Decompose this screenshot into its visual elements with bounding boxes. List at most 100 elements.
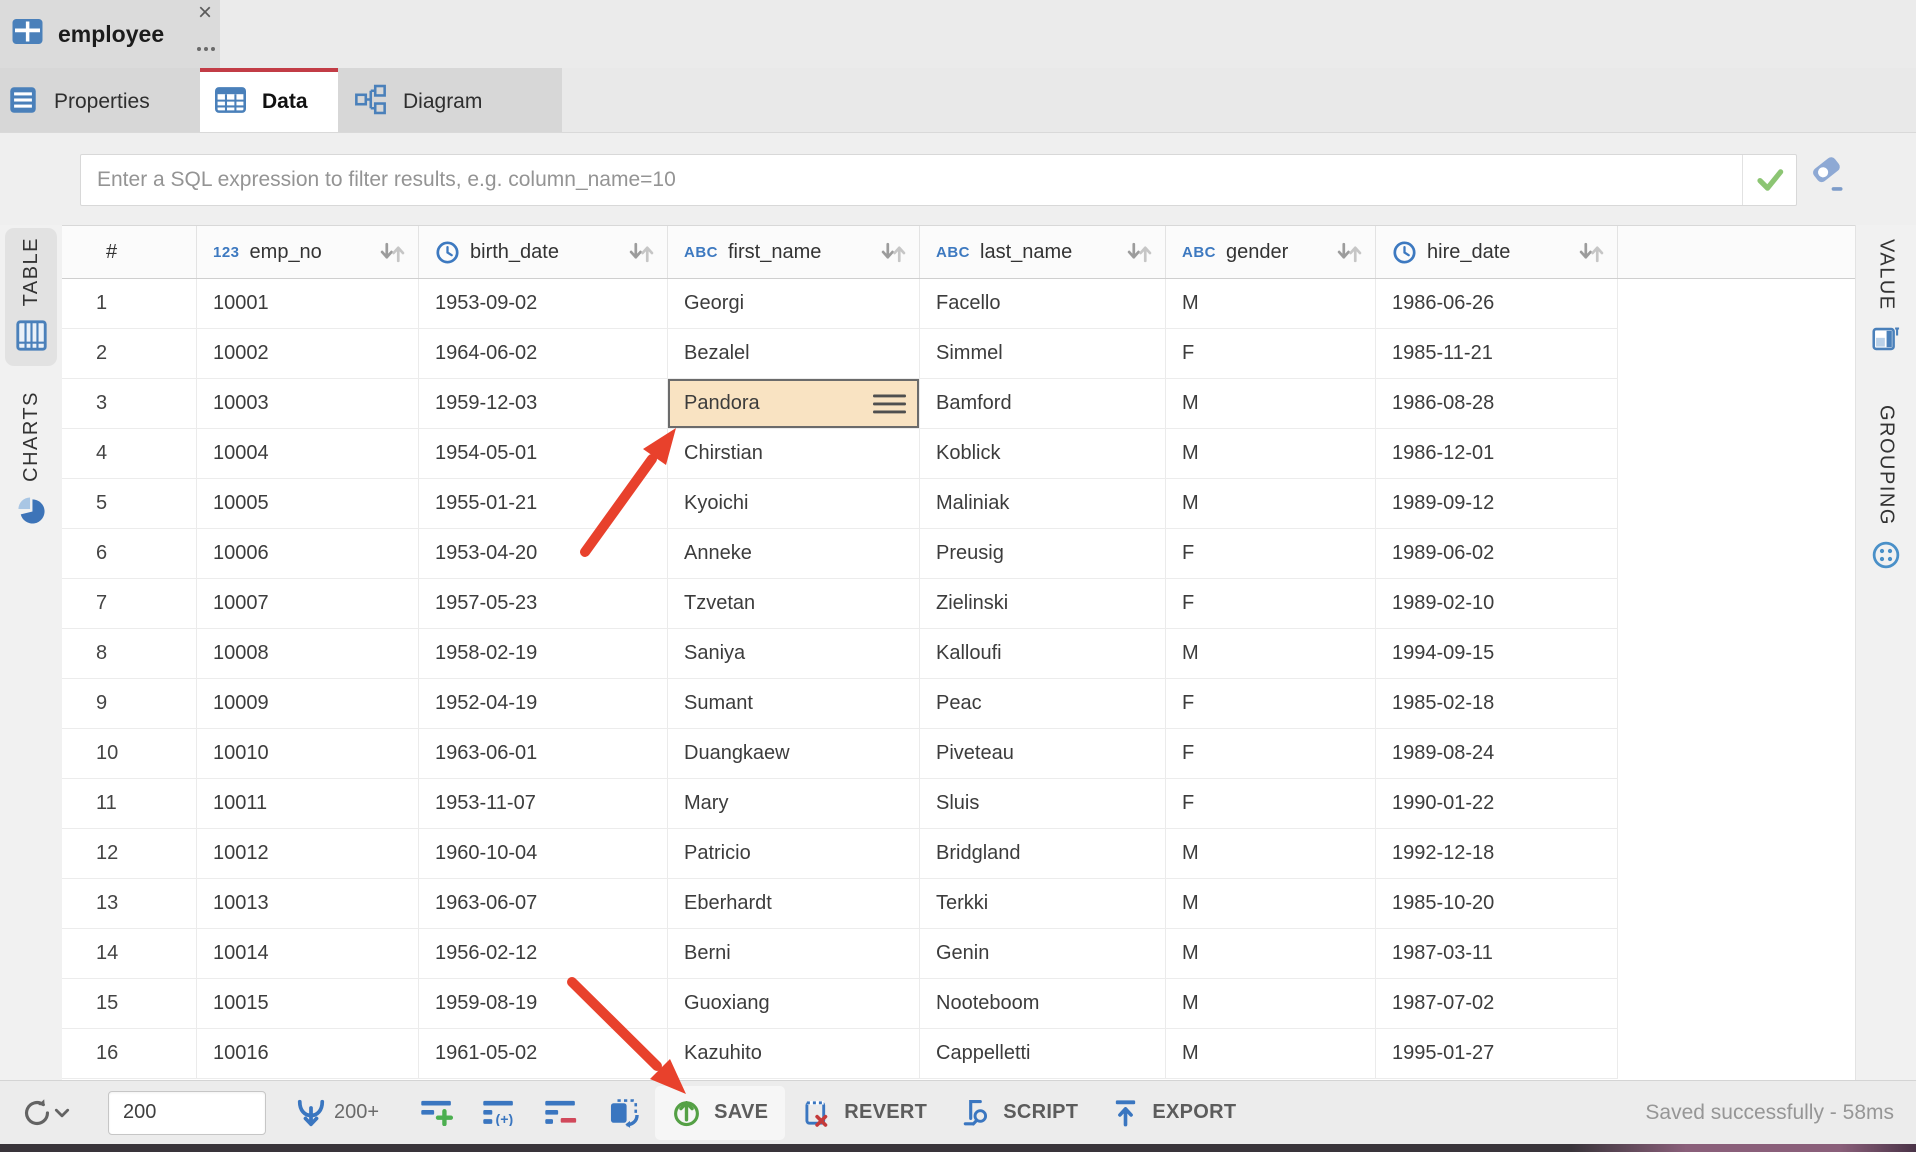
- grid-cell[interactable]: 10004: [197, 429, 419, 479]
- grid-cell[interactable]: Tzvetan: [668, 579, 920, 629]
- grid-cell[interactable]: 1990-01-22: [1376, 779, 1618, 829]
- sort-icon[interactable]: [623, 240, 659, 265]
- script-button[interactable]: SCRIPT: [944, 1086, 1095, 1140]
- document-tab-employee[interactable]: employee: [0, 0, 220, 68]
- grid-cell[interactable]: 10001: [197, 279, 419, 329]
- grid-cell[interactable]: 1995-01-27: [1376, 1029, 1618, 1079]
- grid-cell[interactable]: Patricio: [668, 829, 920, 879]
- grid-cell[interactable]: Chirstian: [668, 429, 920, 479]
- row-number-cell[interactable]: 16: [62, 1029, 197, 1079]
- grid-cell[interactable]: 10002: [197, 329, 419, 379]
- grid-cell[interactable]: 10012: [197, 829, 419, 879]
- grid-cell[interactable]: 1963-06-01: [419, 729, 668, 779]
- grid-cell[interactable]: 1989-02-10: [1376, 579, 1618, 629]
- grid-cell[interactable]: Piveteau: [920, 729, 1166, 779]
- tab-overflow-icon[interactable]: [193, 40, 219, 58]
- delete-row-icon[interactable]: [545, 1099, 579, 1127]
- panel-tab-value[interactable]: VALUE: [1860, 230, 1912, 368]
- grid-cell[interactable]: Bamford: [920, 379, 1166, 429]
- grid-cell[interactable]: 1985-02-18: [1376, 679, 1618, 729]
- row-number-cell[interactable]: 12: [62, 829, 197, 879]
- grid-cell[interactable]: M: [1166, 379, 1376, 429]
- grid-cell[interactable]: M: [1166, 1029, 1376, 1079]
- grid-cell[interactable]: Maliniak: [920, 479, 1166, 529]
- grid-cell[interactable]: Zielinski: [920, 579, 1166, 629]
- revert-button[interactable]: REVERT: [785, 1086, 944, 1140]
- grid-cell[interactable]: M: [1166, 279, 1376, 329]
- grid-cell[interactable]: 1989-08-24: [1376, 729, 1618, 779]
- grid-cell[interactable]: M: [1166, 479, 1376, 529]
- grid-cell[interactable]: Nooteboom: [920, 979, 1166, 1029]
- grid-cell[interactable]: Facello: [920, 279, 1166, 329]
- grid-cell[interactable]: 1986-08-28: [1376, 379, 1618, 429]
- tab-diagram[interactable]: Diagram: [338, 68, 562, 132]
- grid-cell[interactable]: 1986-12-01: [1376, 429, 1618, 479]
- grid-cell[interactable]: 1959-08-19: [419, 979, 668, 1029]
- grid-cell[interactable]: Preusig: [920, 529, 1166, 579]
- grid-cell[interactable]: 10005: [197, 479, 419, 529]
- grid-cell[interactable]: 10008: [197, 629, 419, 679]
- grid-cell[interactable]: F: [1166, 729, 1376, 779]
- refresh-row-icon[interactable]: [607, 1099, 641, 1127]
- grid-cell[interactable]: 10010: [197, 729, 419, 779]
- grid-cell[interactable]: 1987-07-02: [1376, 979, 1618, 1029]
- grid-cell[interactable]: 10011: [197, 779, 419, 829]
- row-number-cell[interactable]: 3: [62, 379, 197, 429]
- export-button[interactable]: EXPORT: [1095, 1086, 1253, 1140]
- grid-cell[interactable]: 1985-11-21: [1376, 329, 1618, 379]
- row-number-cell[interactable]: 14: [62, 929, 197, 979]
- row-number-cell[interactable]: 9: [62, 679, 197, 729]
- grid-cell[interactable]: Simmel: [920, 329, 1166, 379]
- save-button[interactable]: SAVE: [655, 1086, 785, 1140]
- grid-cell[interactable]: Cappelletti: [920, 1029, 1166, 1079]
- duplicate-row-icon[interactable]: (+): [483, 1099, 517, 1127]
- grid-cell[interactable]: 1959-12-03: [419, 379, 668, 429]
- grid-cell[interactable]: 1953-11-07: [419, 779, 668, 829]
- grid-cell[interactable]: Terkki: [920, 879, 1166, 929]
- column-header-emp_no[interactable]: 123emp_no: [197, 226, 419, 278]
- grid-cell[interactable]: 10013: [197, 879, 419, 929]
- grid-cell[interactable]: Bezalel: [668, 329, 920, 379]
- grid-cell[interactable]: Eberhardt: [668, 879, 920, 929]
- grid-cell[interactable]: 10003: [197, 379, 419, 429]
- grid-cell[interactable]: Guoxiang: [668, 979, 920, 1029]
- grid-cell[interactable]: 1958-02-19: [419, 629, 668, 679]
- row-number-cell[interactable]: 11: [62, 779, 197, 829]
- grid-cell[interactable]: Anneke: [668, 529, 920, 579]
- grid-cell[interactable]: 1964-06-02: [419, 329, 668, 379]
- sort-icon[interactable]: [1573, 240, 1609, 265]
- grid-cell[interactable]: M: [1166, 929, 1376, 979]
- grid-cell[interactable]: Kyoichi: [668, 479, 920, 529]
- sort-icon[interactable]: [374, 240, 410, 265]
- grid-cell[interactable]: 10014: [197, 929, 419, 979]
- grid-cell[interactable]: F: [1166, 529, 1376, 579]
- grid-cell[interactable]: M: [1166, 979, 1376, 1029]
- grid-cell[interactable]: 1953-09-02: [419, 279, 668, 329]
- grid-cell[interactable]: Duangkaew: [668, 729, 920, 779]
- column-header-first_name[interactable]: ABCfirst_name: [668, 226, 920, 278]
- row-number-cell[interactable]: 2: [62, 329, 197, 379]
- column-header-last_name[interactable]: ABClast_name: [920, 226, 1166, 278]
- panel-tab-table[interactable]: TABLE: [5, 228, 57, 366]
- grid-cell[interactable]: M: [1166, 829, 1376, 879]
- grid-cell[interactable]: Peac: [920, 679, 1166, 729]
- row-number-cell[interactable]: 7: [62, 579, 197, 629]
- column-header-birth_date[interactable]: birth_date: [419, 226, 668, 278]
- grid-cell[interactable]: M: [1166, 429, 1376, 479]
- grid-cell[interactable]: F: [1166, 779, 1376, 829]
- sort-icon[interactable]: [1121, 240, 1157, 265]
- column-header-gender[interactable]: ABCgender: [1166, 226, 1376, 278]
- grid-cell[interactable]: 10007: [197, 579, 419, 629]
- grid-cell[interactable]: F: [1166, 329, 1376, 379]
- grid-cell[interactable]: 1955-01-21: [419, 479, 668, 529]
- grid-cell[interactable]: Mary: [668, 779, 920, 829]
- add-row-icon[interactable]: [421, 1099, 455, 1127]
- grid-cell[interactable]: Genin: [920, 929, 1166, 979]
- grid-cell[interactable]: 10015: [197, 979, 419, 1029]
- grid-cell[interactable]: 1992-12-18: [1376, 829, 1618, 879]
- grid-cell[interactable]: 1954-05-01: [419, 429, 668, 479]
- grid-cell[interactable]: M: [1166, 629, 1376, 679]
- column-header-num[interactable]: #: [62, 226, 197, 278]
- clear-filter-eraser-icon[interactable]: [1806, 151, 1850, 199]
- selected-cell[interactable]: Pandora: [668, 379, 920, 429]
